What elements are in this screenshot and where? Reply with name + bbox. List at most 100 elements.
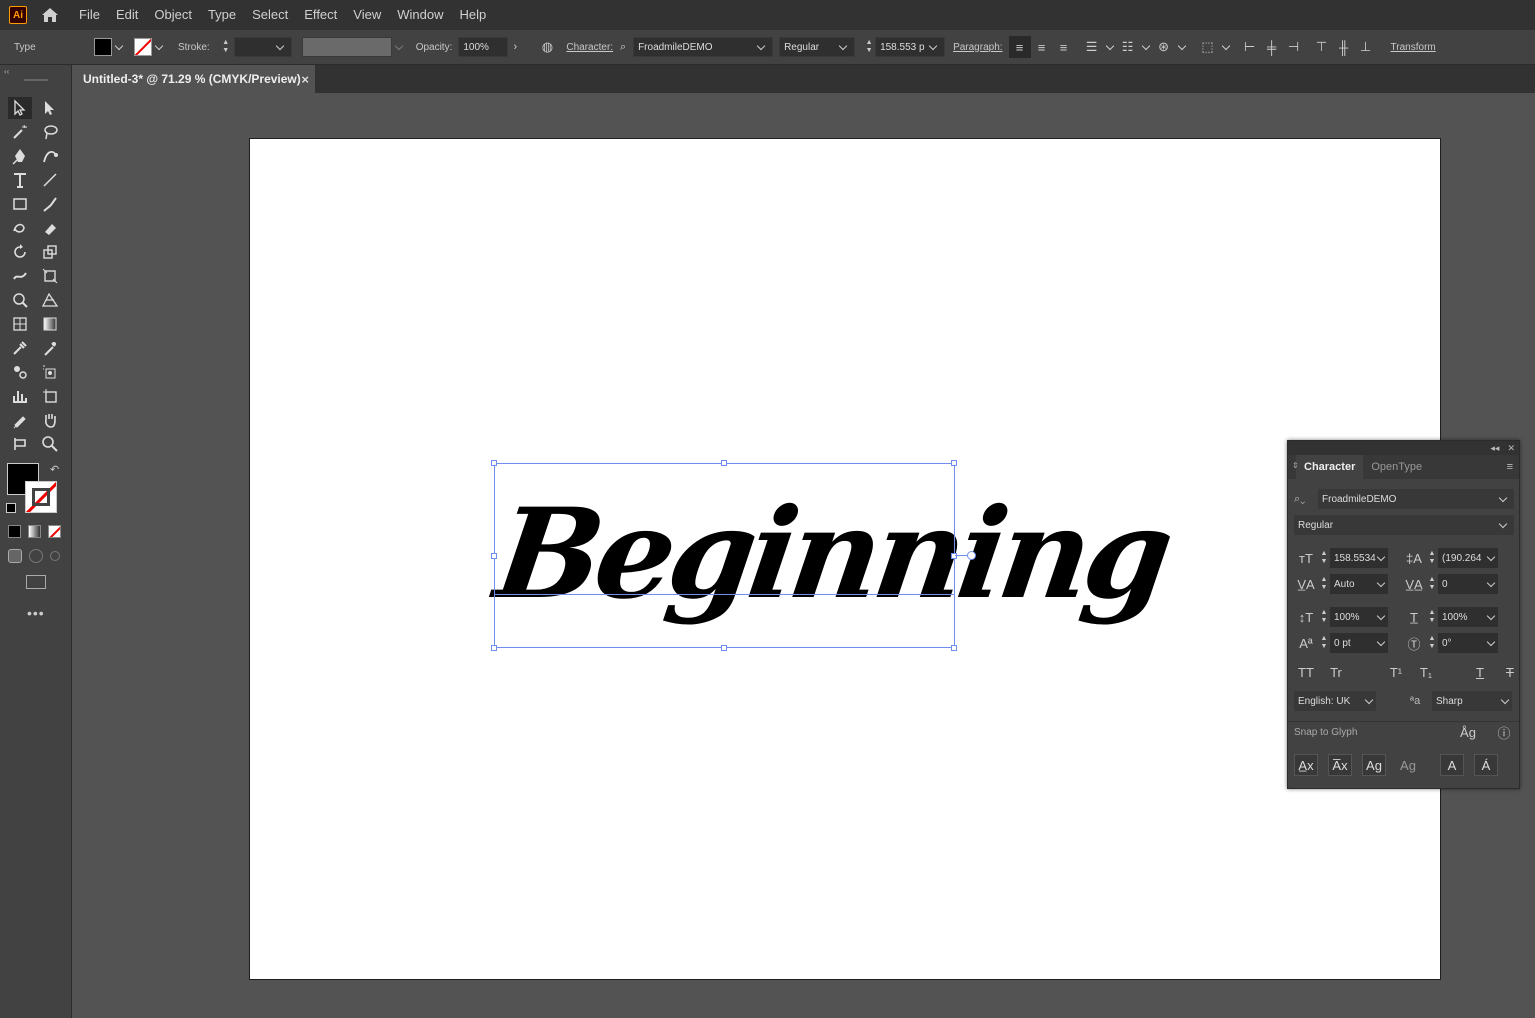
kerning-field[interactable]: Auto — [1330, 574, 1388, 594]
perspective-grid-tool-icon[interactable] — [38, 289, 62, 311]
resize-handle[interactable] — [491, 645, 497, 651]
tracking-field[interactable]: 0 — [1438, 574, 1498, 594]
screen-mode-icon[interactable] — [26, 575, 46, 589]
snap-xheight-icon[interactable]: A̅x — [1328, 754, 1352, 776]
free-transform-tool-icon[interactable] — [38, 265, 62, 287]
paintbrush-tool-icon[interactable] — [38, 193, 62, 215]
draw-normal-icon[interactable] — [8, 549, 22, 563]
chevron-down-icon[interactable] — [114, 41, 124, 50]
menu-window[interactable]: Window — [389, 0, 451, 30]
close-icon[interactable]: × — [301, 72, 309, 87]
curvature-tool-icon[interactable] — [38, 145, 62, 167]
snap-proximity-icon[interactable]: Ag — [1396, 754, 1420, 776]
fill-swatch[interactable] — [94, 38, 112, 56]
menu-view[interactable]: View — [345, 0, 389, 30]
tab-character[interactable]: Character — [1296, 455, 1364, 479]
font-size-stepper[interactable]: ▲ ▼ — [1318, 549, 1330, 567]
lasso-tool-icon[interactable] — [38, 121, 62, 143]
horizontal-scale-stepper[interactable]: ▲ ▼ — [1426, 608, 1438, 626]
snap-anchor-icon[interactable]: Á — [1474, 754, 1498, 776]
more-tools-icon[interactable]: ••• — [27, 605, 45, 621]
color-mode-icon[interactable] — [8, 525, 21, 538]
menu-effect[interactable]: Effect — [296, 0, 345, 30]
chevron-down-icon[interactable] — [154, 41, 164, 50]
recolor-icon[interactable]: ◍ — [536, 36, 558, 58]
menu-help[interactable]: Help — [451, 0, 494, 30]
rotation-field[interactable]: 0° — [1438, 633, 1498, 653]
stroke-swatch[interactable] — [134, 38, 152, 56]
align-vcenter-objects-icon[interactable]: ╫ — [1333, 36, 1355, 58]
font-family-dropdown[interactable]: FroadmileDEMO — [633, 37, 774, 57]
none-mode-icon[interactable] — [48, 525, 61, 538]
panel-font-family-dropdown[interactable]: FroadmileDEMO — [1318, 489, 1514, 509]
snap-baseline-icon[interactable]: A̲x — [1294, 754, 1318, 776]
gradient-tool-icon[interactable] — [38, 313, 62, 335]
small-caps-icon[interactable]: Tr — [1324, 661, 1348, 683]
align-left-objects-icon[interactable]: ⊢ — [1239, 36, 1261, 58]
hand-tool-icon[interactable] — [38, 409, 62, 431]
rectangle-tool-icon[interactable] — [8, 193, 32, 215]
zoom-tool-icon[interactable] — [38, 433, 62, 455]
menu-object[interactable]: Object — [146, 0, 200, 30]
chevron-down-icon[interactable] — [1105, 41, 1114, 50]
search-icon[interactable]: ⌕⌄ — [1294, 493, 1318, 506]
eyedropper-tool-icon[interactable] — [8, 337, 32, 359]
tracking-stepper[interactable]: ▲ ▼ — [1426, 575, 1438, 593]
leading-stepper[interactable]: ▲ ▼ — [1426, 549, 1438, 567]
font-style-dropdown[interactable]: Regular — [779, 37, 856, 57]
search-icon[interactable]: ⌕ — [613, 36, 633, 58]
draw-behind-icon[interactable] — [29, 549, 43, 563]
leading-field[interactable]: (190.264 — [1438, 548, 1498, 568]
menu-type[interactable]: Type — [200, 0, 244, 30]
gradient-mode-icon[interactable] — [28, 525, 41, 538]
blend-tool-icon[interactable] — [8, 361, 32, 383]
character-label[interactable]: Character: — [566, 42, 613, 53]
bullets-icon[interactable]: ☰ — [1081, 36, 1103, 58]
align-top-objects-icon[interactable]: ⊤ — [1311, 36, 1333, 58]
grip[interactable] — [24, 79, 48, 81]
resize-handle[interactable] — [951, 553, 957, 559]
resize-handle[interactable] — [951, 645, 957, 651]
font-size-stepper[interactable]: ▲ ▼ — [863, 38, 875, 56]
shape-builder-tool-icon[interactable] — [8, 289, 32, 311]
snap-glyph-bounds-icon[interactable]: Ag — [1362, 754, 1386, 776]
vertical-scale-field[interactable]: 100% — [1330, 607, 1388, 627]
all-caps-icon[interactable]: TT — [1294, 661, 1318, 683]
pen-tool-icon[interactable] — [8, 145, 32, 167]
panel-font-size-field[interactable]: 158.5534 — [1330, 548, 1388, 568]
measure-tool-icon[interactable] — [38, 337, 62, 359]
numbering-icon[interactable]: ☷ — [1117, 36, 1139, 58]
align-left-icon[interactable]: ≡ — [1008, 36, 1031, 58]
rotate-tool-icon[interactable] — [8, 241, 32, 263]
reorder-icon[interactable]: ⇕ — [1292, 461, 1299, 470]
paragraph-label[interactable]: Paragraph: — [953, 42, 1002, 53]
print-tiling-tool-icon[interactable] — [8, 433, 32, 455]
slice-tool-icon[interactable] — [8, 409, 32, 431]
panel-font-style-dropdown[interactable]: Regular — [1294, 515, 1514, 535]
resize-handle[interactable] — [721, 645, 727, 651]
align-to-icon[interactable]: ⬚ — [1197, 36, 1219, 58]
strikethrough-icon[interactable]: T — [1498, 661, 1522, 683]
chevron-down-icon[interactable] — [1177, 41, 1186, 50]
close-panel-icon[interactable]: ✕ — [1507, 443, 1515, 454]
line-segment-tool-icon[interactable] — [38, 169, 62, 191]
superscript-icon[interactable]: T¹ — [1384, 661, 1408, 683]
glyph-grid-icon[interactable]: Åg — [1456, 722, 1480, 744]
menu-file[interactable]: File — [71, 0, 108, 30]
transform-label[interactable]: Transform — [1391, 42, 1436, 53]
collapse-icon[interactable]: ‹‹ — [4, 67, 9, 76]
document-tab[interactable]: Untitled-3* @ 71.29 % (CMYK/Preview) × — [73, 65, 315, 93]
antialias-dropdown[interactable]: Sharp — [1432, 691, 1512, 711]
direct-selection-tool-icon[interactable] — [38, 97, 62, 119]
default-colors-icon[interactable] — [6, 503, 16, 513]
language-dropdown[interactable]: English: UK — [1294, 691, 1376, 711]
resize-handle[interactable] — [491, 460, 497, 466]
app-logo[interactable]: Ai — [9, 6, 27, 24]
artboard-tool-icon[interactable] — [38, 385, 62, 407]
baseline-shift-field[interactable]: 0 pt — [1330, 633, 1388, 653]
tab-opentype[interactable]: OpenType — [1363, 455, 1430, 479]
symbol-sprayer-tool-icon[interactable] — [38, 361, 62, 383]
chevron-down-icon[interactable] — [1141, 41, 1150, 50]
align-right-icon[interactable]: ≡ — [1053, 36, 1075, 58]
stroke-color-swatch[interactable] — [25, 481, 57, 513]
